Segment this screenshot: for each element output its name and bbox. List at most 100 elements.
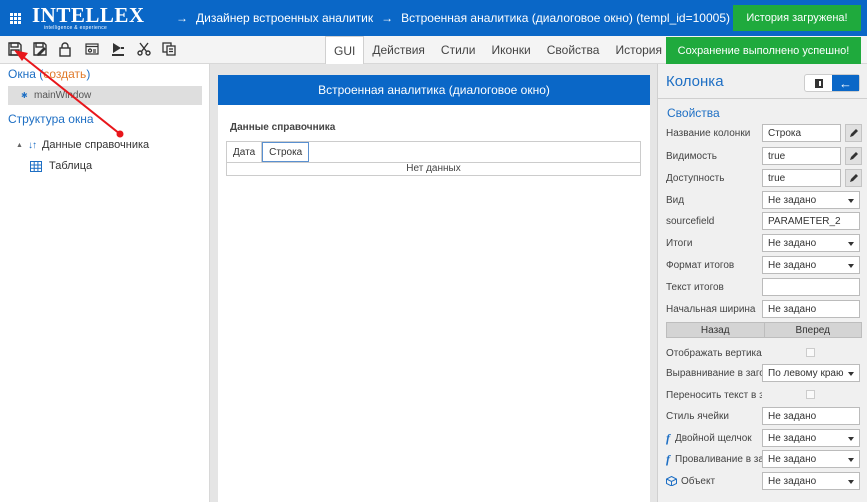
prop-select-header-align[interactable]: По левому краю bbox=[762, 364, 860, 382]
prop-label: Стиль ячейки bbox=[666, 410, 729, 422]
prop-row-totals: Итоги Не задано bbox=[666, 234, 862, 252]
prop-label-text: Объект bbox=[681, 475, 716, 487]
window-item-main[interactable]: ✱ mainWindow bbox=[8, 86, 202, 105]
nav-back-button[interactable]: Назад bbox=[667, 323, 764, 337]
logo-tagline: intelligence & experience bbox=[44, 25, 108, 31]
panel-view-toggle[interactable]: ← bbox=[804, 74, 860, 92]
tree-item-table[interactable]: Таблица bbox=[30, 160, 92, 172]
dialog-canvas: Встроенная аналитика (диалоговое окно) Д… bbox=[218, 75, 650, 502]
prop-value-cell-style[interactable]: Не задано bbox=[762, 407, 860, 425]
prop-row-object: Объект Не задано bbox=[666, 472, 862, 490]
properties-section-title: Свойства bbox=[667, 106, 720, 120]
prop-label: sourcefield bbox=[666, 215, 715, 227]
table-header-row: Дата Строка bbox=[227, 142, 640, 163]
prop-value-availability[interactable]: true bbox=[762, 169, 841, 187]
apps-grid-icon[interactable] bbox=[0, 0, 30, 36]
prop-label: Начальная ширина bbox=[666, 303, 756, 315]
cut-icon[interactable] bbox=[135, 40, 153, 58]
prop-row-vertical-lines: Отображать вертикальные линии bbox=[666, 344, 862, 362]
prop-select-view[interactable]: Не задано bbox=[762, 191, 860, 209]
left-panel: Окна (создать) ✱ mainWindow Структура ок… bbox=[0, 64, 210, 502]
windows-label: Окна bbox=[8, 67, 36, 81]
prop-select-drilldown[interactable]: Не задано bbox=[762, 450, 860, 468]
prop-value-sourcefield[interactable]: PARAMETER_2 bbox=[762, 212, 860, 230]
panel-title: Колонка bbox=[666, 73, 724, 90]
prop-select-object[interactable]: Не задано bbox=[762, 472, 860, 490]
panel-divider bbox=[658, 98, 867, 99]
prop-value-totals-text[interactable] bbox=[762, 278, 860, 296]
dialog-title-bar[interactable]: Встроенная аналитика (диалоговое окно) bbox=[218, 75, 650, 105]
prop-label-text: Проваливание в запись bbox=[675, 453, 762, 465]
edit-pencil-icon[interactable] bbox=[845, 147, 862, 165]
deploy-icon[interactable] bbox=[109, 40, 127, 58]
breadcrumb-arrow: → bbox=[176, 11, 188, 25]
save-icon[interactable] bbox=[6, 40, 24, 58]
tree-item-dataset[interactable]: ▲ ↓↑ Данные справочника bbox=[16, 139, 149, 151]
window-item-label: mainWindow bbox=[34, 90, 92, 101]
table-empty-message: Нет данных bbox=[406, 163, 461, 174]
prop-select-totals-format[interactable]: Не задано bbox=[762, 256, 860, 274]
editor-tabs: GUI Действия Стили Иконки Свойства Истор… bbox=[325, 36, 670, 64]
prop-row-totals-format: Формат итогов Не задано bbox=[666, 256, 862, 274]
breadcrumb-designer[interactable]: Дизайнер встроенных аналитик bbox=[196, 11, 373, 25]
tab-icons[interactable]: Иконки bbox=[484, 36, 539, 64]
column-header-string[interactable]: Строка bbox=[262, 142, 310, 162]
design-area: Встроенная аналитика (диалоговое окно) Д… bbox=[210, 64, 657, 502]
prop-label: Объект bbox=[666, 476, 762, 487]
table-icon bbox=[30, 160, 42, 172]
prop-checkbox-wrap-header[interactable] bbox=[806, 390, 815, 399]
edit-pencil-icon[interactable] bbox=[845, 169, 862, 187]
save-as-icon[interactable] bbox=[31, 40, 49, 58]
tab-actions[interactable]: Действия bbox=[364, 36, 433, 64]
prop-row-drilldown: f Проваливание в запись Не задано bbox=[666, 450, 862, 468]
copy-icon[interactable] bbox=[160, 40, 178, 58]
lock-icon[interactable] bbox=[56, 40, 74, 58]
function-icon: f bbox=[666, 451, 670, 466]
toast-save-success[interactable]: Сохранение выполнено успешно! bbox=[666, 37, 861, 64]
app-logo[interactable]: INTELLEX intelligence & experience bbox=[32, 3, 144, 33]
edit-pencil-icon[interactable] bbox=[845, 124, 862, 142]
tab-properties[interactable]: Свойства bbox=[539, 36, 608, 64]
prop-select-double-click[interactable]: Не задано bbox=[762, 429, 860, 447]
prop-label: Вид bbox=[666, 194, 685, 206]
tab-history[interactable]: История bbox=[607, 36, 670, 64]
prop-label: f Проваливание в запись bbox=[666, 452, 762, 467]
prop-row-cell-style: Стиль ячейки Не задано bbox=[666, 407, 862, 425]
column-header-date[interactable]: Дата bbox=[227, 142, 263, 162]
function-icon: f bbox=[666, 430, 670, 445]
create-window-link[interactable]: создать bbox=[43, 67, 86, 81]
prop-label: Формат итогов bbox=[666, 259, 735, 271]
breadcrumb: → Дизайнер встроенных аналитик → Встроен… bbox=[174, 11, 730, 25]
prop-row-view: Вид Не задано bbox=[666, 191, 862, 209]
tab-gui[interactable]: GUI bbox=[325, 36, 365, 64]
dataset-title[interactable]: Данные справочника bbox=[230, 122, 335, 133]
prop-row-header-align: Выравнивание в заголовке По левому краю bbox=[666, 364, 862, 382]
properties-panel: Колонка ← Свойства Название колонки Стро… bbox=[657, 64, 867, 502]
collapse-caret-icon[interactable]: ▲ bbox=[16, 142, 23, 149]
data-table[interactable]: Дата Строка Нет данных bbox=[226, 141, 641, 176]
prop-label-text: Двойной щелчок bbox=[675, 432, 752, 444]
prop-label: Выравнивание в заголовке bbox=[666, 367, 762, 379]
prop-label: f Двойной щелчок bbox=[666, 431, 762, 446]
structure-header: Структура окна bbox=[8, 112, 94, 126]
back-arrow-icon[interactable]: ← bbox=[832, 75, 859, 91]
prop-value-visibility[interactable]: true bbox=[762, 147, 841, 165]
properties-icon[interactable] bbox=[83, 40, 101, 58]
nav-forward-button[interactable]: Вперед bbox=[763, 323, 862, 337]
prop-value-column-name[interactable]: Строка bbox=[762, 124, 841, 142]
prop-label: Название колонки bbox=[666, 127, 751, 139]
toast-history-loaded[interactable]: История загружена! bbox=[733, 5, 861, 31]
tree-item-label: Данные справочника bbox=[41, 139, 150, 151]
sort-arrows-icon: ↓↑ bbox=[27, 139, 37, 151]
prop-row-double-click: f Двойной щелчок Не задано bbox=[666, 429, 862, 447]
object-cube-icon bbox=[666, 476, 677, 486]
prop-checkbox-vertical-lines[interactable] bbox=[806, 348, 815, 357]
prop-label: Видимость bbox=[666, 150, 717, 162]
prop-label: Переносить текст в заголовке bbox=[666, 389, 762, 401]
prop-select-totals[interactable]: Не задано bbox=[762, 234, 860, 252]
prop-value-initial-width[interactable]: Не задано bbox=[762, 300, 860, 318]
prop-row-sourcefield: sourcefield PARAMETER_2 bbox=[666, 212, 862, 230]
breadcrumb-current: Встроенная аналитика (диалоговое окно) (… bbox=[401, 11, 730, 25]
tab-styles[interactable]: Стили bbox=[433, 36, 484, 64]
panel-layout-icon[interactable] bbox=[805, 75, 832, 91]
